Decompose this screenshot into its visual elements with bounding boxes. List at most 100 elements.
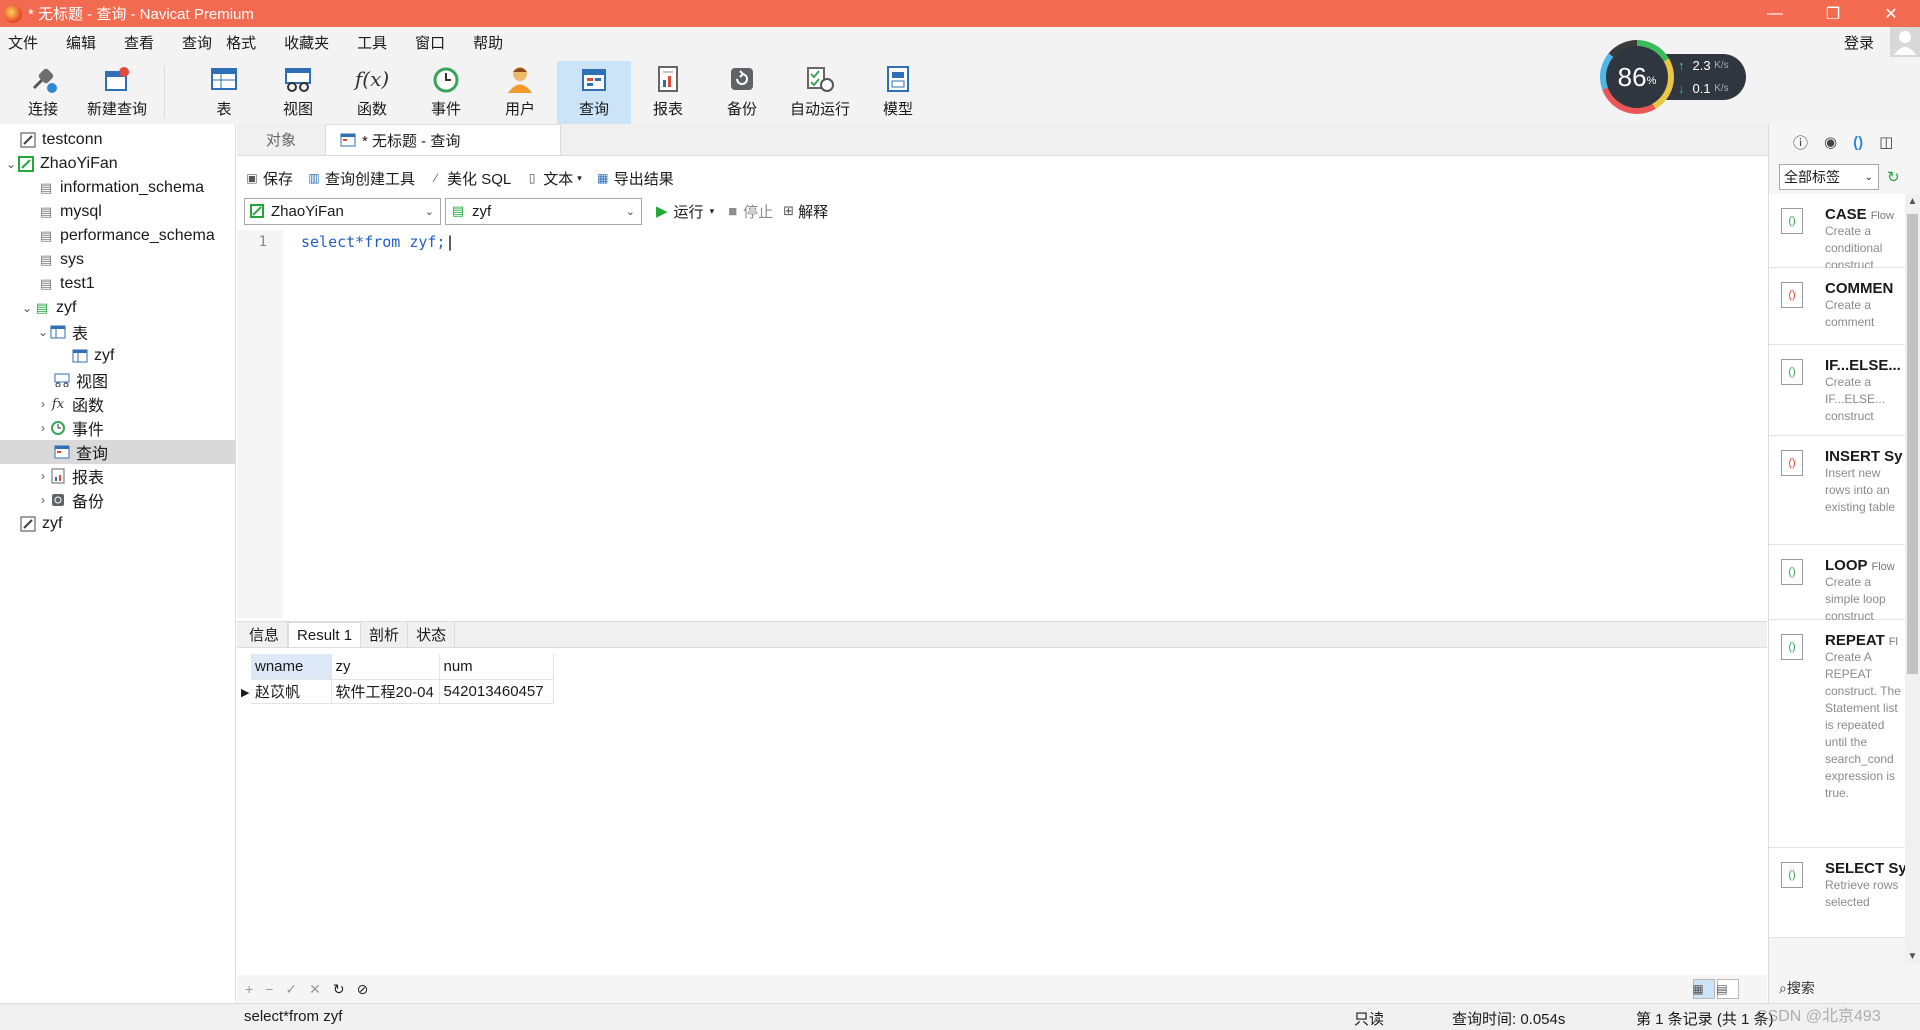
code-snippet-icon[interactable]: (): [1853, 134, 1863, 151]
scroll-down-icon[interactable]: ▼: [1905, 951, 1920, 962]
tree-item-views[interactable]: 视图: [54, 368, 108, 392]
user-button[interactable]: 用户: [483, 61, 557, 124]
menu-query[interactable]: 查询: [174, 32, 218, 53]
table-button[interactable]: 表: [187, 61, 261, 124]
column-header-wname[interactable]: wname: [251, 654, 332, 680]
close-button[interactable]: ✕: [1862, 0, 1920, 27]
menu-help[interactable]: 帮助: [465, 32, 517, 53]
apply-changes-button[interactable]: ✓: [285, 981, 297, 998]
connect-button[interactable]: 连接: [6, 61, 80, 124]
snippet-search[interactable]: ⌕搜索: [1779, 978, 1815, 998]
tree-item-tables[interactable]: ⌄ 表: [36, 320, 88, 344]
tree-item-zhaoyifan[interactable]: ⌄ ZhaoYiFan: [4, 152, 118, 176]
tree-item-reports[interactable]: › 报表: [36, 464, 104, 488]
cell-zy[interactable]: 软件工程20-04: [331, 679, 440, 704]
backup-button[interactable]: 备份: [705, 61, 779, 124]
chevron-right-icon[interactable]: ›: [36, 469, 50, 483]
save-button[interactable]: ▣ 保存: [245, 168, 293, 189]
chevron-down-icon[interactable]: ⌄: [20, 301, 34, 315]
sql-code[interactable]: select*from zyf;|: [301, 233, 455, 251]
menu-view[interactable]: 查看: [116, 32, 168, 53]
tab-status[interactable]: 状态: [408, 622, 456, 647]
menu-file[interactable]: 文件: [0, 32, 52, 53]
grid-view-button[interactable]: ▦: [1692, 979, 1715, 999]
report-button[interactable]: 报表: [631, 61, 705, 124]
column-header-num[interactable]: num: [439, 654, 554, 680]
delete-row-button[interactable]: −: [265, 981, 273, 997]
discard-changes-button[interactable]: ✕: [309, 981, 321, 998]
chevron-right-icon[interactable]: ›: [36, 421, 50, 435]
tree-item-backups[interactable]: › 备份: [36, 488, 104, 512]
tree-item-queries[interactable]: 查询: [0, 440, 235, 464]
snippet-loop[interactable]: () LOOP Flow Create a simple loop construct: [1769, 545, 1905, 623]
cell-num[interactable]: 542013460457: [439, 679, 554, 704]
cell-wname[interactable]: 赵苡帆: [251, 679, 332, 704]
snippet-if-else[interactable]: () IF...ELSE... Create a IF...ELSE... cons…: [1769, 345, 1905, 436]
tree-item-information-schema[interactable]: ▤ information_schema: [38, 176, 204, 200]
maximize-button[interactable]: ❐: [1804, 0, 1862, 27]
tab-objects[interactable]: 对象: [237, 124, 325, 155]
new-query-button[interactable]: 新建查询: [80, 61, 154, 124]
tree-item-mysql[interactable]: ▤ mysql: [38, 200, 102, 224]
explain-button[interactable]: ⊞ 解释: [783, 201, 828, 222]
tree-item-zyf-db[interactable]: ⌄ ▤ zyf: [20, 296, 76, 320]
tree-item-sys[interactable]: ▤ sys: [38, 248, 84, 272]
table-row[interactable]: 赵苡帆 软件工程20-04 542013460457: [251, 679, 554, 704]
tree-item-events[interactable]: › 事件: [36, 416, 104, 440]
scroll-thumb[interactable]: [1907, 214, 1918, 674]
snippet-comment[interactable]: () COMMEN Create a comment: [1769, 268, 1905, 345]
menu-format[interactable]: 格式: [218, 32, 270, 53]
chevron-right-icon[interactable]: ›: [36, 397, 50, 411]
scroll-up-icon[interactable]: ▲: [1905, 196, 1920, 207]
stop-loading-button[interactable]: ⊘: [357, 981, 369, 998]
panel-layout-icon[interactable]: ◫: [1879, 133, 1893, 151]
query-builder-button[interactable]: ▥ 查询创建工具: [307, 168, 415, 189]
model-button[interactable]: 模型: [861, 61, 935, 124]
chevron-down-icon[interactable]: ⌄: [36, 325, 50, 339]
login-link[interactable]: 登录: [1844, 32, 1874, 53]
tab-result-1[interactable]: Result 1: [288, 622, 362, 647]
export-results-button[interactable]: ▦ 导出结果: [596, 168, 674, 189]
query-button[interactable]: 查询: [557, 61, 631, 124]
snippet-case[interactable]: () CASE Flow Create a conditional construct: [1769, 194, 1905, 272]
tree-item-test1[interactable]: ▤ test1: [38, 272, 95, 296]
event-button[interactable]: 事件: [409, 61, 483, 124]
column-header-zy[interactable]: zy: [331, 654, 440, 680]
tab-query[interactable]: * 无标题 - 查询: [325, 124, 561, 155]
snippet-insert[interactable]: () INSERT Sy Insert new rows into an exist…: [1769, 436, 1905, 545]
snippet-scrollbar[interactable]: ▲ ▼: [1905, 194, 1920, 964]
tree-item-zyf-connection[interactable]: zyf: [20, 512, 62, 536]
user-avatar-icon[interactable]: [1890, 27, 1920, 57]
database-select[interactable]: ▤ zyf ⌄: [445, 197, 642, 225]
view-button[interactable]: 视图: [261, 61, 335, 124]
refresh-snippets-icon[interactable]: ↻: [1887, 168, 1900, 186]
sql-editor[interactable]: 1 select*from zyf;|: [237, 230, 1767, 618]
menu-window[interactable]: 窗口: [407, 32, 459, 53]
text-button[interactable]: ▯ 文本 ▾: [525, 168, 582, 189]
snippet-select[interactable]: () SELECT Sy Retrieve rows selected: [1769, 848, 1905, 938]
snippet-repeat[interactable]: () REPEAT Fl Create A REPEAT construct. The…: [1769, 620, 1905, 848]
menu-favorites[interactable]: 收藏夹: [276, 32, 343, 53]
chevron-right-icon[interactable]: ›: [36, 493, 50, 507]
form-view-button[interactable]: ▤: [1716, 979, 1739, 999]
function-button[interactable]: f(x) 函数: [335, 61, 409, 124]
connection-select[interactable]: ZhaoYiFan ⌄: [244, 197, 441, 225]
refresh-button[interactable]: ↻: [333, 981, 345, 998]
tag-filter-select[interactable]: 全部标签 ⌄: [1779, 164, 1879, 190]
tree-item-testconn[interactable]: testconn: [20, 128, 102, 152]
tab-profile[interactable]: 剖析: [361, 622, 409, 647]
tree-item-performance-schema[interactable]: ▤ performance_schema: [38, 224, 215, 248]
minimize-button[interactable]: —: [1746, 0, 1804, 27]
menu-edit[interactable]: 编辑: [58, 32, 110, 53]
menu-tools[interactable]: 工具: [349, 32, 401, 53]
auto-run-button[interactable]: 自动运行: [779, 61, 861, 124]
tree-item-table-zyf[interactable]: zyf: [72, 344, 114, 368]
tree-item-functions[interactable]: › fx 函数: [36, 392, 104, 416]
add-row-button[interactable]: +: [245, 981, 253, 997]
eye-icon[interactable]: ◉: [1824, 133, 1837, 151]
beautify-sql-button[interactable]: ⁄ 美化 SQL: [429, 168, 511, 189]
run-button[interactable]: ▶ 运行 ▾: [656, 201, 714, 222]
stop-button[interactable]: ■ 停止: [728, 201, 773, 222]
tab-info[interactable]: 信息: [241, 622, 289, 647]
info-icon[interactable]: ⓘ: [1793, 132, 1808, 153]
